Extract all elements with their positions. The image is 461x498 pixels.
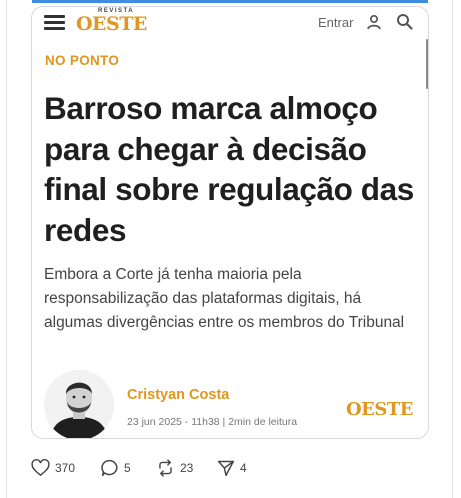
article-kicker: NO PONTO	[45, 53, 120, 68]
logo-title: OESTE	[76, 13, 147, 35]
share-count: 4	[240, 461, 247, 475]
site-header: REVISTA OESTE Entrar	[32, 7, 428, 41]
site-logo[interactable]: REVISTA OESTE	[76, 8, 150, 36]
user-icon[interactable]	[366, 14, 382, 30]
send-icon	[217, 460, 235, 477]
author-name[interactable]: Cristyan Costa	[127, 387, 229, 403]
article-meta: 23 jun 2025 - 11h38 | 2min de leitura	[127, 416, 298, 428]
share-button[interactable]: 4	[217, 455, 247, 481]
repost-count: 23	[180, 461, 194, 475]
right-divider	[452, 0, 453, 498]
article-card[interactable]: REVISTA OESTE Entrar NO PONTO Barroso ma…	[31, 6, 429, 439]
like-button[interactable]: 370	[31, 455, 75, 481]
comment-icon	[101, 459, 118, 477]
left-divider	[6, 0, 7, 498]
repost-icon	[159, 459, 172, 477]
like-count: 370	[55, 461, 76, 475]
author-avatar[interactable]	[44, 370, 114, 438]
top-accent-bar	[32, 0, 428, 3]
repost-button[interactable]: 23	[156, 455, 193, 481]
article-summary: Embora a Corte já tenha maioria pela res…	[44, 266, 405, 331]
login-link[interactable]: Entrar	[318, 15, 353, 30]
reply-count: 5	[124, 461, 131, 475]
scrollbar[interactable]	[426, 39, 428, 89]
reply-button[interactable]: 5	[101, 455, 131, 481]
footer-logo: OESTE	[346, 399, 414, 420]
menu-icon[interactable]	[44, 15, 65, 30]
article-headline[interactable]: Barroso marca almoço para chegar à decis…	[44, 88, 420, 250]
heart-icon	[31, 459, 50, 477]
search-icon[interactable]	[396, 13, 413, 30]
post-actions: 370 5 23 4	[0, 455, 461, 481]
